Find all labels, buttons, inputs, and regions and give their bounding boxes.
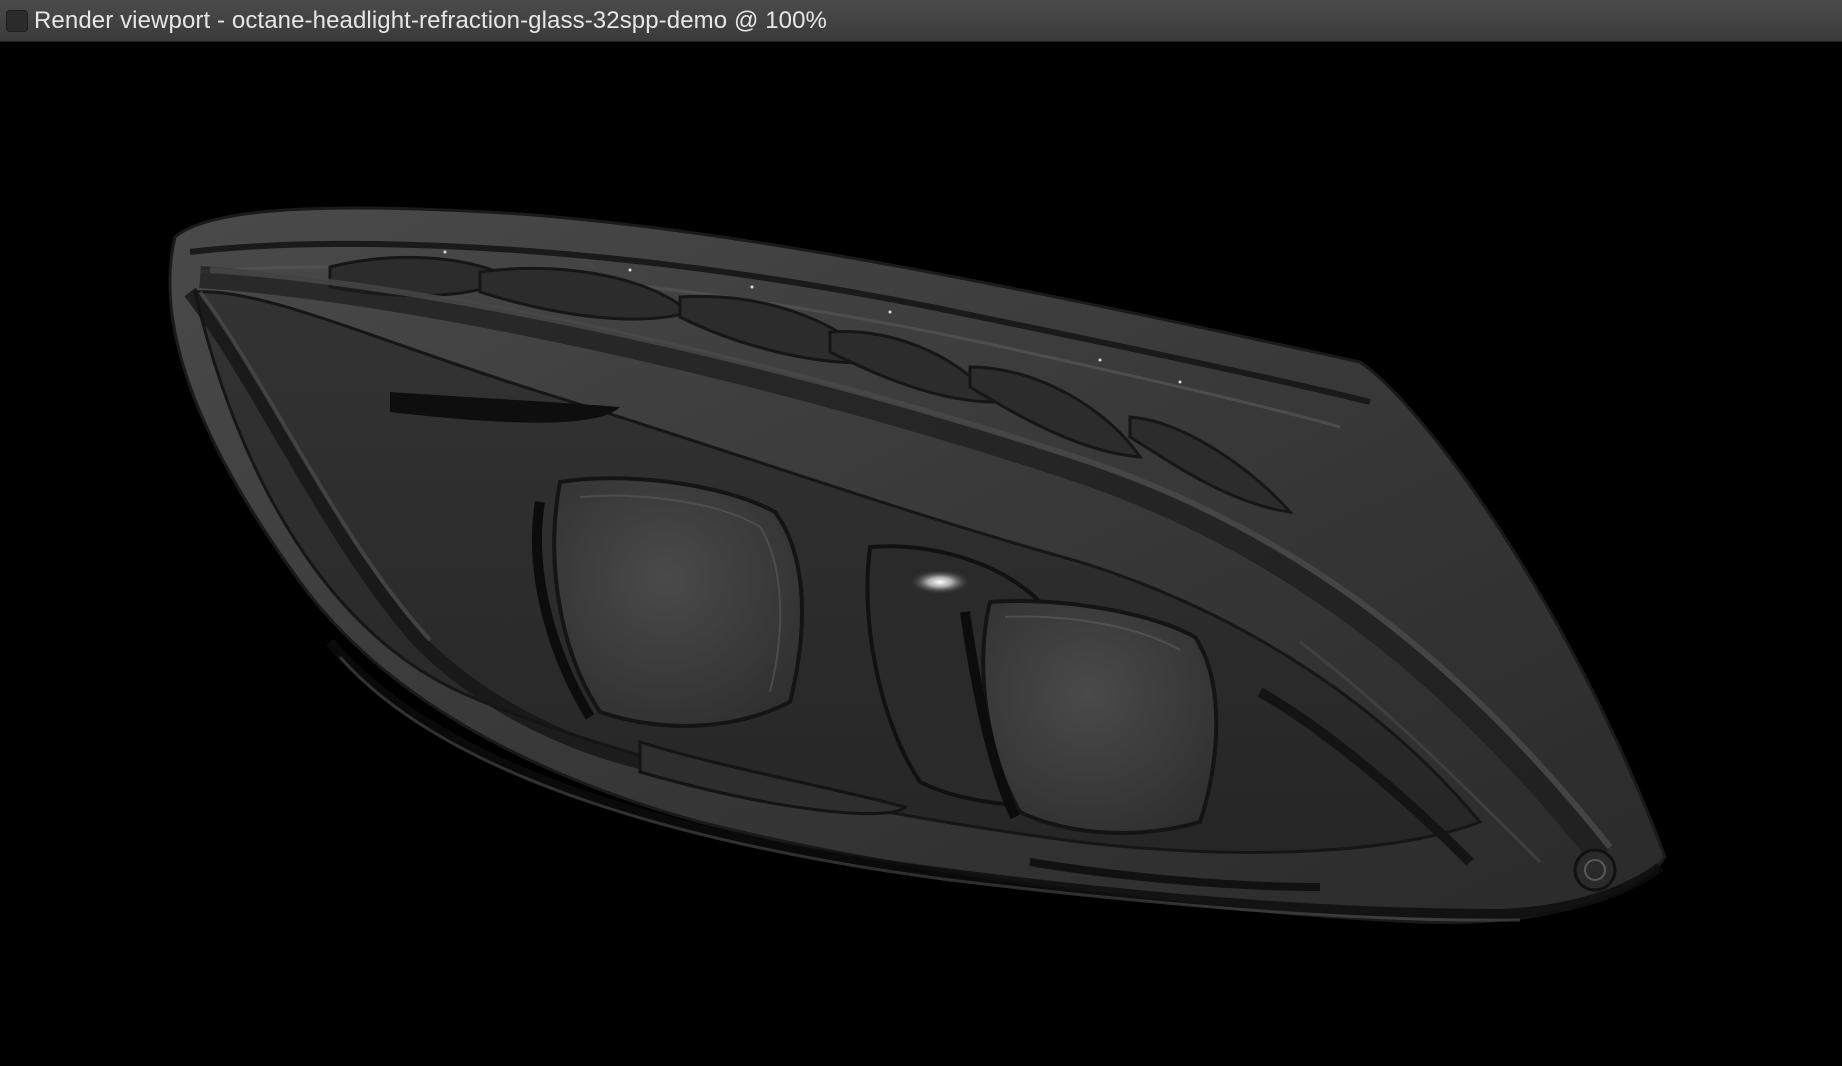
window-control-icon[interactable] bbox=[6, 9, 28, 32]
left-lens-module bbox=[552, 476, 804, 728]
headlight-render-image bbox=[168, 206, 1667, 925]
emblem-icon bbox=[1573, 848, 1617, 892]
render-window: Render viewport - octane-headlight-refra… bbox=[0, 0, 1842, 1066]
title-bar[interactable]: Render viewport - octane-headlight-refra… bbox=[0, 0, 1842, 42]
render-viewport[interactable] bbox=[0, 42, 1842, 1066]
right-lens-module bbox=[981, 599, 1219, 835]
specular-highlight bbox=[910, 570, 970, 594]
window-title: Render viewport - octane-headlight-refra… bbox=[34, 6, 827, 34]
